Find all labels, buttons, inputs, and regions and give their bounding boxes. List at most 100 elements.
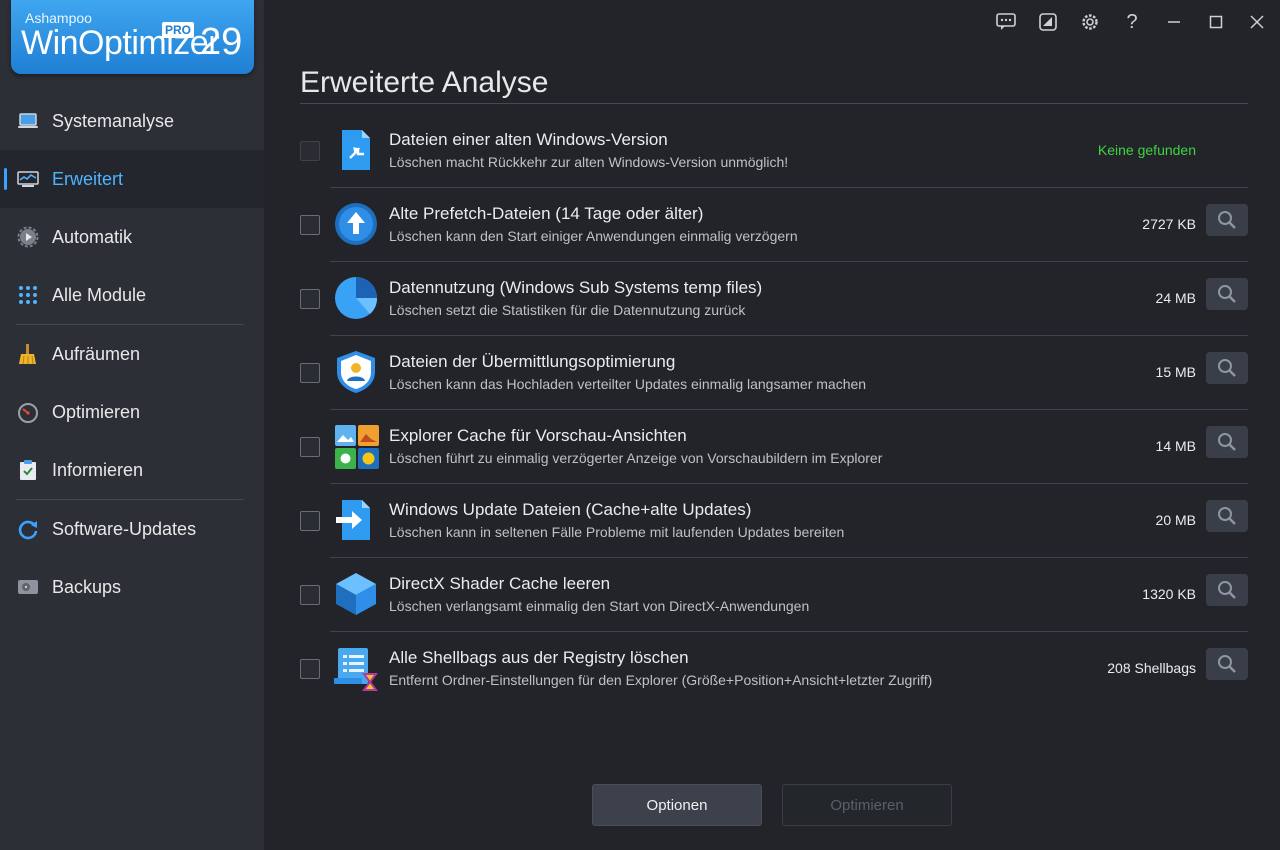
optimize-button[interactable]: Optimieren bbox=[782, 784, 952, 826]
row-title: Dateien der Übermittlungsoptimierung bbox=[389, 352, 676, 371]
row-subtitle: Löschen setzt die Statistiken für die Da… bbox=[389, 302, 746, 318]
row-size: 1320 KB bbox=[1142, 586, 1196, 602]
details-button[interactable] bbox=[1206, 352, 1248, 384]
sidebar-item-alle-module[interactable]: Alle Module bbox=[0, 266, 264, 324]
details-button[interactable] bbox=[1206, 574, 1248, 606]
sidebar-item-backups[interactable]: Backups bbox=[0, 558, 264, 616]
row-checkbox[interactable] bbox=[300, 659, 320, 679]
laptop-icon bbox=[16, 109, 40, 133]
list-item: DirectX Shader Cache leeren Löschen verl… bbox=[300, 558, 1248, 632]
row-subtitle: Löschen kann das Hochladen verteilter Up… bbox=[389, 376, 867, 392]
sidebar-item-software-updates[interactable]: Software-Updates bbox=[0, 500, 264, 558]
refresh-icon bbox=[16, 517, 40, 541]
row-subtitle: Löschen kann den Start einiger Anwendung… bbox=[389, 228, 798, 244]
row-size: 15 MB bbox=[1155, 364, 1196, 380]
skin-icon[interactable] bbox=[1034, 8, 1062, 36]
maximize-icon[interactable] bbox=[1202, 8, 1230, 36]
old-windows-file-icon bbox=[334, 128, 378, 172]
magnifier-icon bbox=[1218, 507, 1236, 525]
row-checkbox[interactable] bbox=[300, 363, 320, 383]
row-subtitle: Löschen verlangsamt einmalig den Start v… bbox=[389, 598, 810, 614]
sidebar-item-label: Optimieren bbox=[52, 401, 141, 422]
help-icon[interactable]: ? bbox=[1118, 8, 1146, 36]
row-size: 2727 KB bbox=[1142, 216, 1196, 232]
row-checkbox[interactable] bbox=[300, 437, 320, 457]
details-button[interactable] bbox=[1206, 204, 1248, 236]
analysis-list: Dateien einer alten Windows-Version Lösc… bbox=[300, 114, 1248, 706]
row-size: 208 Shellbags bbox=[1107, 660, 1196, 676]
minimize-icon[interactable] bbox=[1160, 8, 1188, 36]
row-subtitle: Löschen macht Rückkehr zur alten Windows… bbox=[389, 154, 789, 170]
sidebar-item-label: Erweitert bbox=[52, 168, 124, 189]
sidebar-item-label: Systemanalyse bbox=[52, 110, 175, 131]
sidebar-item-optimieren[interactable]: Optimieren bbox=[0, 383, 264, 441]
details-button[interactable] bbox=[1206, 648, 1248, 680]
sidebar-item-informieren[interactable]: Informieren bbox=[0, 441, 264, 499]
row-checkbox[interactable] bbox=[300, 141, 320, 161]
row-subtitle: Löschen führt zu einmalig verzögerter An… bbox=[389, 450, 883, 466]
details-button[interactable] bbox=[1206, 426, 1248, 458]
chart-monitor-icon bbox=[16, 167, 40, 191]
details-button[interactable] bbox=[1206, 278, 1248, 310]
sidebar-item-label: Automatik bbox=[52, 226, 133, 247]
sidebar-item-systemanalyse[interactable]: Systemanalyse bbox=[0, 92, 264, 150]
logo-version: 29 bbox=[200, 21, 243, 63]
grid-dots-icon bbox=[16, 283, 40, 307]
row-checkbox[interactable] bbox=[300, 511, 320, 531]
sidebar-item-label: Backups bbox=[52, 576, 122, 597]
list-item: Alte Prefetch-Dateien (14 Tage oder älte… bbox=[300, 188, 1248, 262]
row-title: Windows Update Dateien (Cache+alte Updat… bbox=[389, 500, 752, 519]
feedback-icon[interactable] bbox=[992, 8, 1020, 36]
close-icon[interactable] bbox=[1243, 8, 1271, 36]
row-checkbox[interactable] bbox=[300, 289, 320, 309]
row-size: 20 MB bbox=[1155, 512, 1196, 528]
magnifier-icon bbox=[1218, 433, 1236, 451]
row-result: Keine gefunden bbox=[1097, 142, 1196, 158]
sidebar-item-label: Software-Updates bbox=[52, 518, 197, 539]
sidebar: Ashampoo WinOptimizer PRO 29 Systemanaly… bbox=[0, 0, 264, 850]
list-item: Windows Update Dateien (Cache+alte Updat… bbox=[300, 484, 1248, 558]
list-item: Alle Shellbags aus der Registry löschen … bbox=[300, 632, 1248, 706]
sidebar-item-label: Alle Module bbox=[52, 284, 147, 305]
list-item: Dateien einer alten Windows-Version Lösc… bbox=[300, 114, 1248, 188]
prefetch-arrow-icon bbox=[334, 202, 378, 246]
sidebar-item-aufraeumen[interactable]: Aufräumen bbox=[0, 325, 264, 383]
list-item: Dateien der Übermittlungsoptimierung Lös… bbox=[300, 336, 1248, 410]
pie-chart-icon bbox=[334, 276, 378, 320]
sidebar-item-automatik[interactable]: Automatik bbox=[0, 208, 264, 266]
options-button[interactable]: Optionen bbox=[592, 784, 762, 826]
magnifier-icon bbox=[1218, 581, 1236, 599]
row-title: DirectX Shader Cache leeren bbox=[389, 574, 611, 593]
row-title: Alte Prefetch-Dateien (14 Tage oder älte… bbox=[389, 204, 704, 223]
row-checkbox[interactable] bbox=[300, 585, 320, 605]
update-file-icon bbox=[334, 498, 378, 542]
title-divider bbox=[300, 103, 1248, 104]
row-subtitle: Löschen kann in seltenen Fälle Probleme … bbox=[389, 524, 845, 540]
row-size: 24 MB bbox=[1155, 290, 1196, 306]
magnifier-icon bbox=[1218, 211, 1236, 229]
gear-icon[interactable] bbox=[1076, 8, 1104, 36]
list-item: Datennutzung (Windows Sub Systems temp f… bbox=[300, 262, 1248, 336]
app-logo: Ashampoo WinOptimizer PRO 29 bbox=[11, 0, 254, 74]
magnifier-icon bbox=[1218, 655, 1236, 673]
sidebar-item-label: Informieren bbox=[52, 459, 144, 480]
sidebar-nav: Systemanalyse Erweitert Automatik Alle M… bbox=[0, 92, 264, 616]
row-title: Explorer Cache für Vorschau-Ansichten bbox=[389, 426, 687, 445]
sidebar-item-label: Aufräumen bbox=[52, 343, 141, 364]
row-subtitle: Entfernt Ordner-Einstellungen für den Ex… bbox=[389, 672, 933, 688]
registry-hourglass-icon bbox=[334, 646, 378, 691]
thumbnail-grid-icon bbox=[334, 424, 379, 469]
broom-icon bbox=[16, 342, 40, 366]
magnifier-icon bbox=[1218, 359, 1236, 377]
row-checkbox[interactable] bbox=[300, 215, 320, 235]
row-title: Dateien einer alten Windows-Version bbox=[389, 130, 668, 149]
hard-drive-icon bbox=[16, 575, 40, 599]
sidebar-item-erweitert[interactable]: Erweitert bbox=[0, 150, 264, 208]
magnifier-icon bbox=[1218, 285, 1236, 303]
row-title: Datennutzung (Windows Sub Systems temp f… bbox=[389, 278, 763, 297]
clipboard-check-icon bbox=[16, 458, 40, 482]
details-button[interactable] bbox=[1206, 500, 1248, 532]
row-size: 14 MB bbox=[1155, 438, 1196, 454]
gauge-icon bbox=[16, 400, 40, 424]
user-shield-icon bbox=[334, 350, 378, 394]
